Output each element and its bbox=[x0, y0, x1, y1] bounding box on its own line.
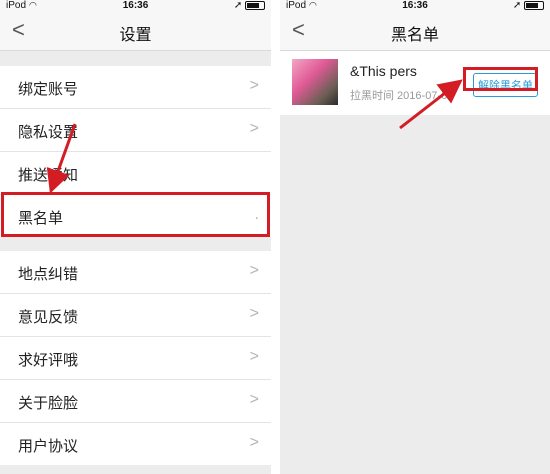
avatar bbox=[292, 59, 338, 105]
status-time: 16:36 bbox=[122, 0, 149, 11]
row-label: 用户协议 bbox=[18, 438, 79, 455]
row-label: 绑定账号 bbox=[18, 81, 79, 98]
settings-row-push[interactable]: 推送通知 bbox=[0, 152, 271, 195]
chevron-right-icon: > bbox=[249, 305, 259, 322]
battery-icon bbox=[524, 0, 544, 10]
location-icon: ➚ bbox=[233, 0, 243, 11]
chevron-right-icon: > bbox=[249, 434, 259, 451]
row-label: 关于脸脸 bbox=[18, 395, 79, 412]
location-icon: ➚ bbox=[512, 0, 522, 11]
status-time: 16:36 bbox=[402, 0, 428, 11]
chevron-right-icon: > bbox=[249, 77, 259, 94]
user-name: &This pers bbox=[350, 63, 417, 79]
row-label: 意见反馈 bbox=[18, 309, 79, 326]
settings-row-location-fix[interactable]: 地点纠错 > bbox=[0, 251, 271, 294]
unblock-highlight-box bbox=[463, 67, 538, 91]
row-label: 隐私设置 bbox=[18, 124, 79, 141]
blacklist-highlight-box bbox=[1, 192, 270, 237]
page-title: 黑名单 bbox=[390, 27, 439, 44]
row-label: 地点纠错 bbox=[18, 266, 79, 283]
row-label: 推送通知 bbox=[18, 167, 79, 184]
chevron-right-icon: > bbox=[249, 348, 259, 365]
page-title: 设置 bbox=[119, 27, 152, 44]
status-bar: iPod ◠ 16:36 ➚ bbox=[280, 0, 550, 12]
row-label: 求好评哦 bbox=[18, 352, 79, 369]
settings-group-other: 地点纠错 > 意见反馈 > 求好评哦 > 关于脸脸 > 用户协议 > bbox=[0, 251, 271, 465]
chevron-right-icon: > bbox=[249, 120, 259, 137]
status-bar: iPod ◠ 16:36 ➚ bbox=[0, 0, 271, 12]
settings-screen: iPod ◠ 16:36 ➚ < 设置 绑定账号 > 隐私设置 > 推送通知 黑名… bbox=[0, 0, 271, 474]
nav-bar: < 设置 bbox=[0, 12, 271, 51]
battery-icon bbox=[245, 0, 265, 10]
chevron-right-icon: > bbox=[249, 391, 259, 408]
settings-row-privacy[interactable]: 隐私设置 > bbox=[0, 109, 271, 152]
settings-row-about[interactable]: 关于脸脸 > bbox=[0, 380, 271, 423]
settings-row-rate[interactable]: 求好评哦 > bbox=[0, 337, 271, 380]
chevron-right-icon: > bbox=[249, 262, 259, 279]
settings-row-feedback[interactable]: 意见反馈 > bbox=[0, 294, 271, 337]
settings-row-bind-account[interactable]: 绑定账号 > bbox=[0, 66, 271, 109]
nav-bar: < 黑名单 bbox=[280, 12, 550, 51]
blacklist-screen: iPod ◠ 16:36 ➚ < 黑名单 &This pers 拉黑时间 2016… bbox=[280, 0, 550, 474]
block-time: 拉黑时间 2016-07-08 bbox=[350, 90, 454, 102]
settings-row-agreement[interactable]: 用户协议 > bbox=[0, 423, 271, 465]
